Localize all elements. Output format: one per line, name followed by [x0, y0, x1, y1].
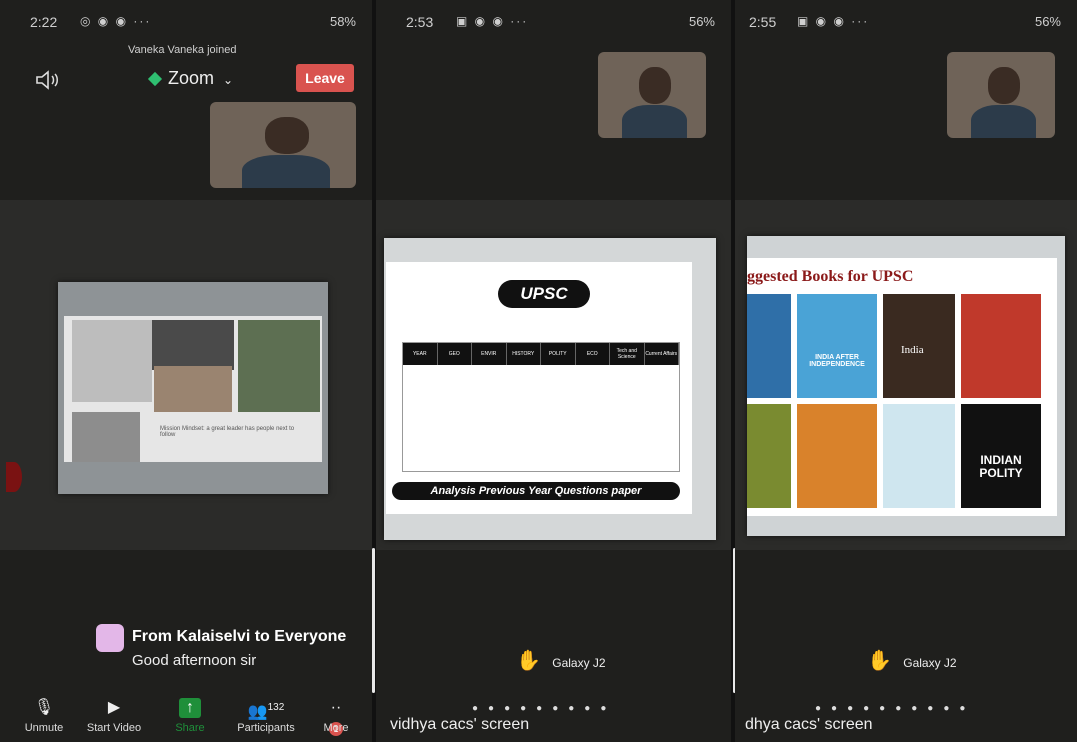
book-cover [747, 294, 791, 398]
status-battery: 56% [688, 14, 715, 29]
joined-notice: Vaneka Vaneka joined [128, 44, 237, 56]
more-label: More [323, 722, 349, 734]
speaker-icon[interactable] [34, 70, 60, 90]
share-icon: ↑ [179, 698, 201, 718]
status-icons: ▣ ◉ ◉ ··· [797, 14, 870, 28]
book-title: INDIAN POLITY [979, 453, 1023, 480]
participants-button[interactable]: 👥132 Participants [232, 698, 300, 734]
book-cover [883, 404, 955, 508]
more-icon: ··1 [329, 699, 343, 736]
meeting-panel-2: 2:53 ▣ ◉ ◉ ··· 56% UPSC YEAR GEO ENVIR HIST… [376, 0, 731, 742]
book-title: INDIA AFTER INDEPENDENCE [809, 354, 865, 368]
shared-slide: UPSC YEAR GEO ENVIR HISTORY POLITY ECO Tech an… [384, 238, 716, 540]
table-header-cell: Current Affairs [645, 343, 679, 365]
zoom-dot-icon [147, 71, 163, 87]
status-battery: 56% [1034, 14, 1061, 29]
book-cover [961, 294, 1041, 398]
book-cover: INDIA AFTER INDEPENDENCE [797, 294, 877, 398]
status-time: 2:55 [749, 14, 777, 30]
status-bar: 2:55 ▣ ◉ ◉ ··· 56% [735, 14, 1077, 34]
device-label: ✋ Galaxy J2 [867, 648, 957, 673]
leave-button[interactable]: Leave [296, 64, 354, 92]
table-header-cell: POLITY [541, 343, 576, 365]
panel-divider [372, 548, 375, 693]
participant-video-thumbnail[interactable] [598, 52, 706, 138]
status-icons: ▣ ◉ ◉ ··· [456, 14, 529, 28]
share-button[interactable]: ↑ Share [160, 698, 220, 734]
unmute-button[interactable]: 🎙 Unmute [14, 698, 74, 734]
participants-icon: 👥132 [247, 702, 285, 721]
more-button[interactable]: ··1 More [306, 698, 366, 736]
participants-count: 132 [267, 702, 285, 713]
meeting-title: Zoom [168, 68, 215, 88]
slide-title: UPSC [498, 280, 590, 308]
chat-avatar [96, 624, 124, 652]
analysis-table: YEAR GEO ENVIR HISTORY POLITY ECO Tech and Sci… [402, 342, 680, 472]
book-cover [747, 404, 791, 508]
book-cover: India [883, 294, 955, 398]
book-cover [797, 404, 877, 508]
meeting-panel-1: 2:22 ◎ ◉ ◉ ··· 58% Vaneka Vaneka joined … [0, 0, 372, 742]
table-header-cell: ECO [576, 343, 610, 365]
meeting-title-dropdown[interactable]: Zoom ⌄ [147, 68, 234, 89]
book-cover: INDIAN POLITY [961, 404, 1041, 508]
status-time: 2:53 [406, 14, 434, 30]
mic-off-icon: 🎙 [33, 699, 55, 716]
page-dots: ●●●●●●●●●● [815, 703, 976, 714]
book-title: India [901, 344, 924, 356]
chevron-down-icon: ⌄ [223, 73, 234, 87]
status-bar: 2:22 ◎ ◉ ◉ ··· 58% [0, 14, 372, 34]
chat-message: Good afternoon sir [132, 652, 257, 669]
book-grid: INDIA AFTER INDEPENDENCE India INDIAN PO… [747, 294, 1057, 516]
table-header-cell: Tech and Science [610, 343, 645, 365]
table-header-cell: HISTORY [507, 343, 541, 365]
device-name: Galaxy J2 [552, 656, 606, 670]
start-video-label: Start Video [86, 722, 142, 734]
meeting-toolbar: 🎙 Unmute ▶ Start Video ↑ Share 👥132 Part… [0, 694, 372, 736]
slide-title: ggested Books for UPSC [747, 268, 914, 285]
share-label: vidhya cacs' screen [390, 716, 530, 733]
start-video-button[interactable]: ▶ Start Video [84, 698, 144, 734]
table-header-cell: ENVIR [472, 343, 507, 365]
raised-hand-icon: ✋ [516, 650, 541, 672]
device-name: Galaxy J2 [903, 656, 957, 670]
status-time: 2:22 [30, 14, 58, 30]
status-battery: 58% [329, 14, 356, 29]
page-dots: ●●●●●●●●● [472, 703, 617, 714]
video-off-icon: ▶ [107, 699, 121, 716]
share-label: dhya cacs' screen [745, 716, 873, 733]
shared-slide: Mission Mindset: a great leader has peop… [58, 282, 328, 494]
participant-video-thumbnail[interactable] [210, 102, 356, 188]
table-header-cell: GEO [438, 343, 472, 365]
participant-video-thumbnail[interactable] [947, 52, 1055, 138]
status-icons: ◎ ◉ ◉ ··· [80, 14, 152, 28]
unmute-label: Unmute [24, 722, 64, 734]
red-pointer [6, 462, 22, 492]
slide-caption: Mission Mindset: a great leader has peop… [160, 426, 295, 438]
shared-slide: ggested Books for UPSC INDIA AFTER INDEP… [747, 236, 1065, 536]
raised-hand-icon: ✋ [867, 650, 892, 672]
share-label: Share [175, 722, 205, 734]
table-header: YEAR GEO ENVIR HISTORY POLITY ECO Tech and Sci… [403, 343, 679, 365]
status-bar: 2:53 ▣ ◉ ◉ ··· 56% [376, 14, 731, 34]
device-label: ✋ Galaxy J2 [516, 648, 606, 673]
table-header-cell: YEAR [403, 343, 438, 365]
chat-notification[interactable]: From Kalaiselvi to Everyone Good afterno… [96, 622, 372, 678]
meeting-panel-3: 2:55 ▣ ◉ ◉ ··· 56% ggested Books for UPS… [735, 0, 1077, 742]
participants-label: Participants [237, 722, 295, 734]
slide-footer: Analysis Previous Year Questions paper [392, 482, 680, 500]
chat-title: From Kalaiselvi to Everyone [132, 628, 347, 645]
slide-photo-collage: Mission Mindset: a great leader has peop… [64, 316, 322, 462]
